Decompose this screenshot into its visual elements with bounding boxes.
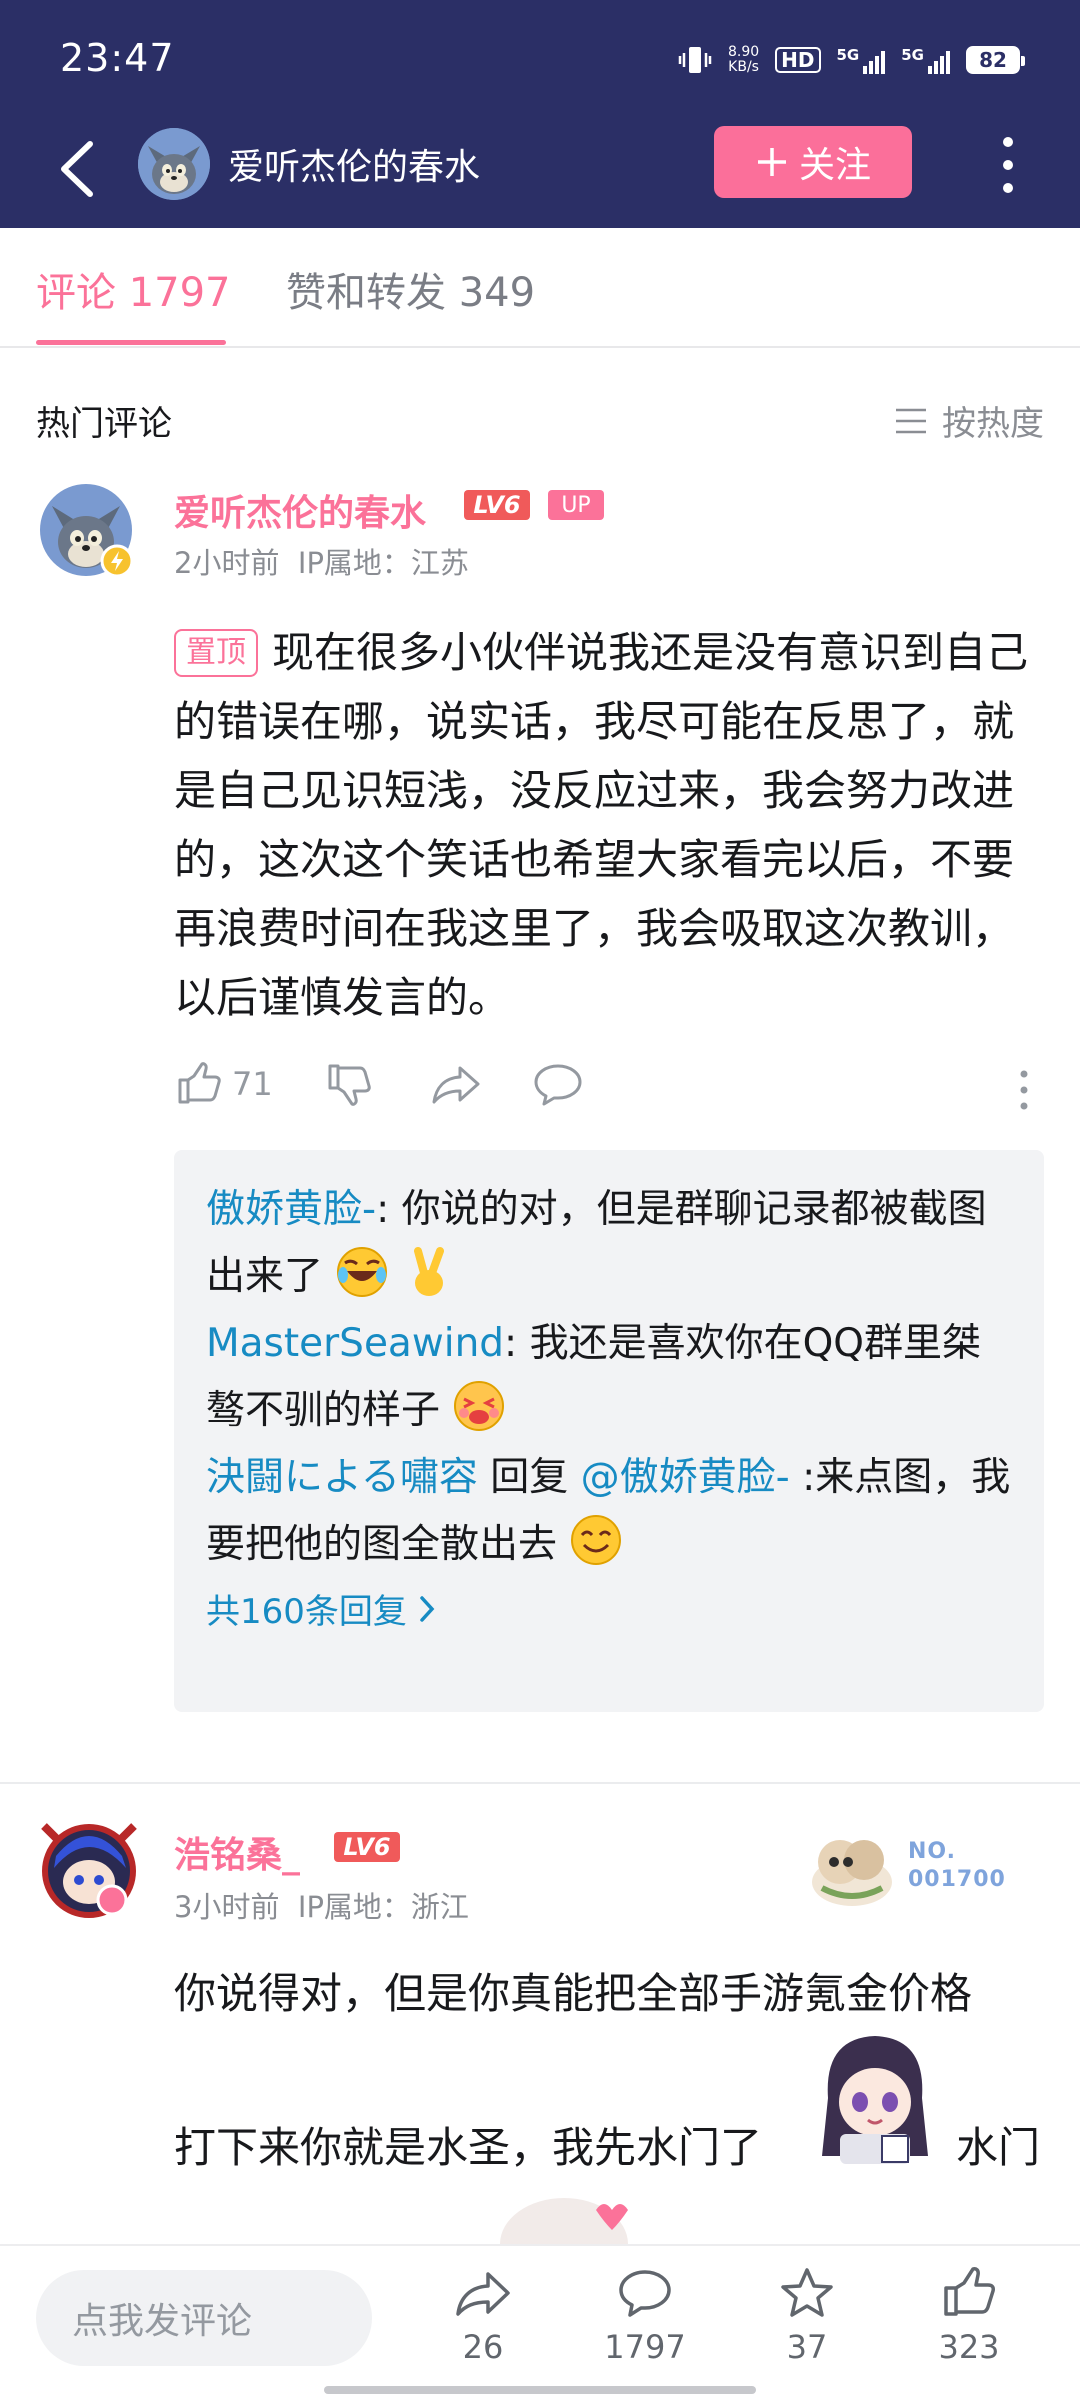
comment-more-icon[interactable] <box>1014 1068 1034 1112</box>
comment-actions: 71 <box>174 1060 1044 1120</box>
app-header: 23:47 8.90 KB/s HD 5G 5G 82 爱听杰伦的春水 关注 <box>0 0 1080 228</box>
signal-icon-sim1: 5G <box>837 46 886 74</box>
comment-input[interactable]: 点我发评论 <box>36 2270 372 2366</box>
comment-username[interactable]: 爱听杰伦的春水 <box>174 484 426 536</box>
star-icon <box>781 2268 833 2317</box>
battery-icon: 82 <box>966 46 1025 74</box>
reply-button[interactable] <box>532 1060 584 1108</box>
anime-girl-sticker-icon <box>822 2036 928 2164</box>
comment-bottom-button[interactable]: 1797 <box>590 2266 700 2366</box>
speech-bubble-icon <box>534 1064 582 1106</box>
status-time: 23:47 <box>60 36 175 80</box>
level-badge: LV6 <box>464 490 530 520</box>
like-button[interactable]: 71 <box>174 1060 273 1108</box>
vibrate-icon <box>678 47 712 73</box>
author-avatar[interactable] <box>138 128 210 200</box>
dislike-button[interactable] <box>324 1060 372 1108</box>
share-arrow-icon <box>456 2272 510 2316</box>
laughing-cry-emoji-icon <box>337 1247 388 1297</box>
reply-username[interactable]: MasterSeawind <box>206 1321 504 1366</box>
thumbs-up-icon <box>178 1062 221 1104</box>
reply-item: 傲娇黄脸-: 你说的对，但是群聊记录都被截图出来了 <box>206 1187 987 1299</box>
chevron-right-icon <box>420 1595 435 1622</box>
share-bottom-button[interactable]: 26 <box>428 2266 538 2366</box>
level-badge: LV6 <box>334 1832 400 1862</box>
more-menu-icon[interactable] <box>990 132 1026 198</box>
comment-username[interactable]: 浩铭桑_ <box>174 1826 300 1878</box>
pinned-badge: 置顶 <box>174 629 258 677</box>
sticker-partial-icon <box>500 2198 628 2244</box>
comment-meta: 3小时前 IP属地：浙江 <box>174 1890 469 1924</box>
like-bottom-button[interactable]: 323 <box>914 2266 1024 2366</box>
comment-text: 置顶 现在很多小伙伴说我还是没有意识到自己的错误在哪，说实话，我尽可能在反思了，就… <box>174 628 1029 1022</box>
bottom-action-bar: 点我发评论 26 1797 37 323 <box>0 2244 1080 2400</box>
verified-lightning-icon <box>100 544 134 578</box>
reply-item: MasterSeawind: 我还是喜欢你在QQ群里桀骜不驯的样子 <box>206 1321 981 1433</box>
comment-divider <box>0 1782 1080 1784</box>
drooling-face-emoji-icon <box>454 1381 505 1431</box>
comment-text: 你说得对，但是你真能把全部手游氪金价格 <box>174 1969 973 2018</box>
hot-comments-title: 热门评论 <box>36 404 172 444</box>
thumbs-up-icon <box>944 2267 995 2316</box>
author-name[interactable]: 爱听杰伦的春水 <box>228 138 480 190</box>
reply-item: 決闘による嘯容 回复 @傲娇黄脸- :来点图，我要把他的图全散出去 <box>206 1455 1011 1567</box>
tab-likes-reposts[interactable]: 赞和转发 349 <box>286 260 535 318</box>
hd-badge: HD <box>775 47 821 73</box>
net-speed: 8.90 KB/s <box>727 44 760 75</box>
reply-username[interactable]: 決闘による嘯容 <box>206 1455 478 1500</box>
reply-mention[interactable]: @傲娇黄脸- <box>581 1455 790 1500</box>
view-all-replies-link[interactable]: 共160条回复 <box>206 1584 1012 1633</box>
anime-boy-avatar-icon <box>41 1823 137 1918</box>
tab-comments[interactable]: 评论 1797 <box>36 260 231 318</box>
tom-cat-avatar-icon <box>138 128 210 200</box>
active-tab-indicator <box>36 340 226 345</box>
home-indicator <box>324 2386 756 2394</box>
victory-hand-emoji-icon <box>413 1247 444 1296</box>
tab-bar: 评论 1797 赞和转发 349 <box>0 228 1080 348</box>
follow-button[interactable]: 关注 <box>714 126 912 198</box>
plus-icon <box>757 148 786 176</box>
share-arrow-icon <box>432 1066 480 1104</box>
status-icons: 8.90 KB/s HD 5G 5G 82 <box>678 40 1025 80</box>
nav-bar: 爱听杰伦的春水 关注 <box>0 118 1080 228</box>
replies-box[interactable]: 傲娇黄脸-: 你说的对，但是群聊记录都被截图出来了 MasterSeawind:… <box>174 1150 1044 1712</box>
reply-username[interactable]: 傲娇黄脸- <box>206 1187 376 1232</box>
status-bar: 23:47 8.90 KB/s HD 5G 5G 82 <box>0 0 1080 118</box>
sort-button[interactable]: 按热度 <box>894 396 1044 445</box>
speech-bubble-icon <box>619 2270 671 2317</box>
up-badge: UP <box>548 490 604 520</box>
commenter-avatar[interactable] <box>34 1816 144 1926</box>
comment-text-tail: 水门 <box>956 2123 1041 2172</box>
back-arrow-icon[interactable] <box>46 134 116 204</box>
share-button[interactable] <box>430 1060 482 1108</box>
favorite-bottom-button[interactable]: 37 <box>752 2266 862 2366</box>
list-icon <box>896 408 926 433</box>
signal-icon-sim2: 5G <box>901 46 950 74</box>
comment-meta: 2小时前 IP属地：江苏 <box>174 546 469 580</box>
fan-number: NO. 001700 <box>908 1839 1006 1892</box>
smiling-face-emoji-icon <box>571 1515 622 1565</box>
thumbs-down-icon <box>328 1064 371 1106</box>
